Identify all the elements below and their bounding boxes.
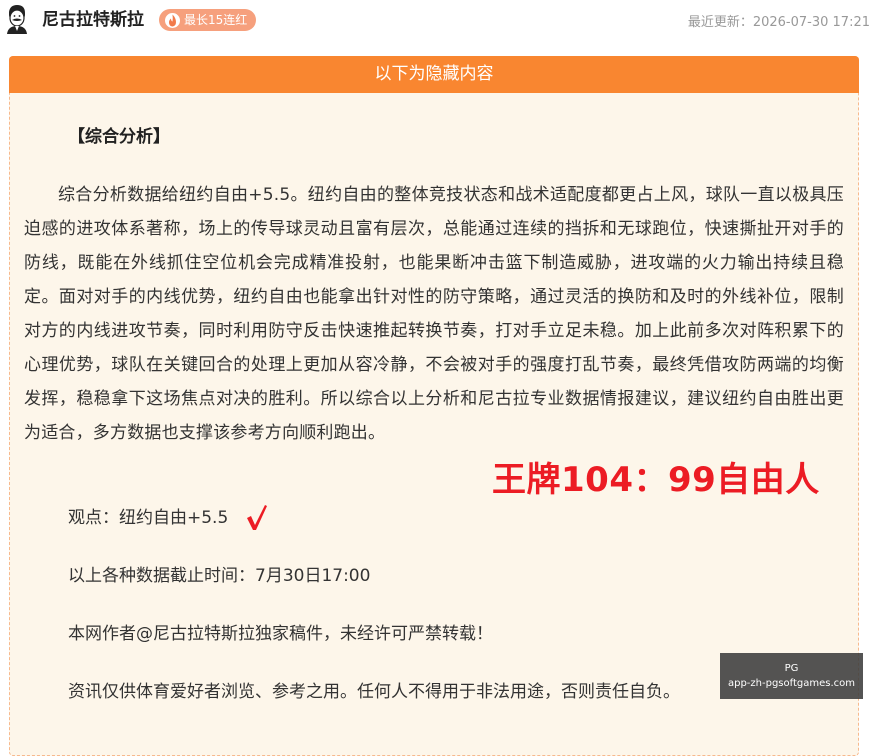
avatar[interactable] bbox=[4, 4, 30, 34]
check-mark-icon bbox=[245, 503, 269, 535]
hidden-content-banner: 以下为隐藏内容 bbox=[9, 56, 859, 93]
score-overlay-text: 王牌104：99自由人 bbox=[492, 460, 820, 500]
data-cutoff-line: 以上各种数据截止时间：7月30日17:00 bbox=[68, 566, 371, 586]
analysis-paragraph: 综合分析数据给纽约自由+5.5。纽约自由的整体竞技状态和战术适配度都更占上风，球… bbox=[24, 185, 844, 443]
watermark-url: app-zh-pgsoftgames.com bbox=[727, 678, 856, 689]
last-updated: 最近更新：2026-07-30 17:21 bbox=[687, 15, 870, 30]
article-header: 尼古拉特斯拉 最长15连红 最近更新：2026-07-30 17:21 bbox=[0, 0, 874, 44]
disclaimer-line: 资讯仅供体育爱好者浏览、参考之用。任何人不得用于非法用途，否则责任自负。 bbox=[68, 682, 680, 702]
streak-badge-label: 最长15连红 bbox=[184, 13, 248, 27]
author-name[interactable]: 尼古拉特斯拉 bbox=[42, 9, 144, 31]
streak-badge: 最长15连红 bbox=[159, 9, 257, 31]
watermark-title: PG bbox=[784, 663, 799, 674]
flame-icon bbox=[165, 12, 180, 28]
section-title: 【综合分析】 bbox=[68, 127, 170, 147]
viewpoint-line: 观点：纽约自由+5.5 bbox=[68, 508, 229, 528]
site-watermark: PG app-zh-pgsoftgames.com bbox=[720, 653, 863, 699]
copyright-line: 本网作者@尼古拉特斯拉独家稿件，未经许可严禁转载！ bbox=[68, 624, 493, 644]
